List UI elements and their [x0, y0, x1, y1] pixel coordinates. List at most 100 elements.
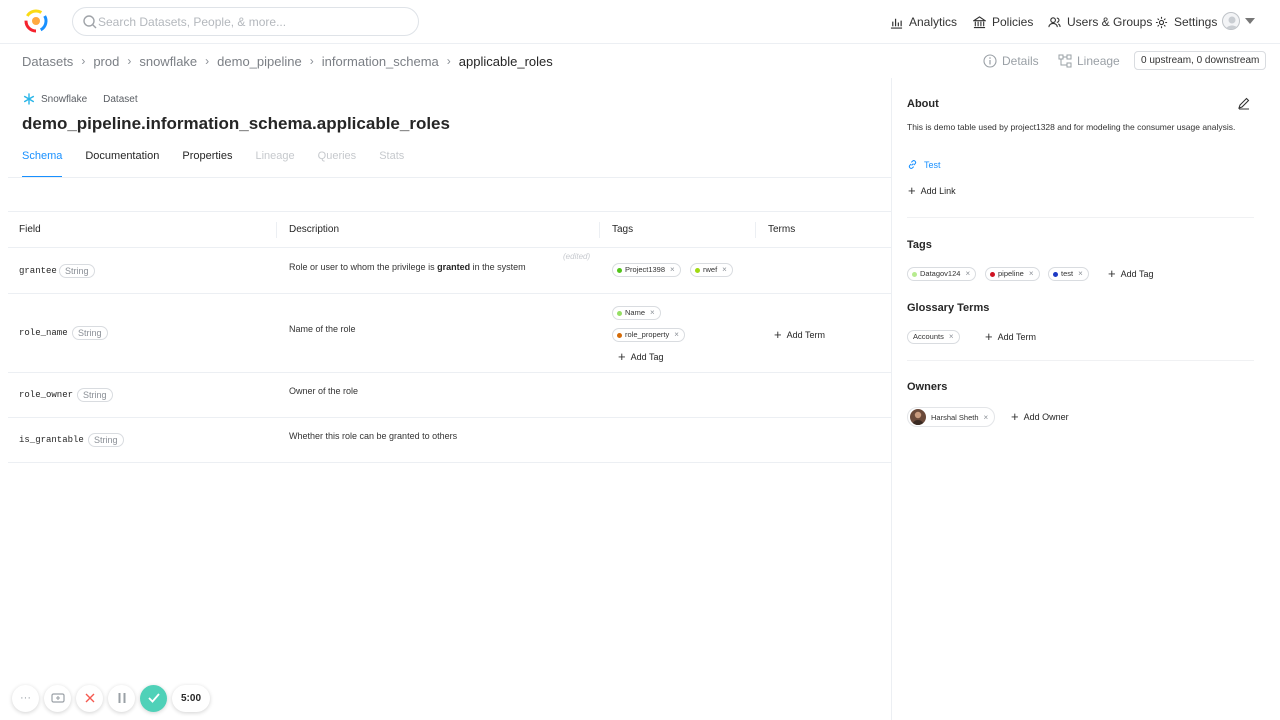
lineage-button[interactable]: Lineage [1058, 52, 1120, 70]
add-term-button[interactable]: + Add Term [774, 328, 825, 342]
bank-icon [973, 15, 986, 28]
platform-row: Snowflake Dataset [23, 92, 138, 106]
column-header-terms[interactable]: Terms [768, 224, 795, 235]
search-input[interactable] [98, 12, 398, 32]
page-title: demo_pipeline.information_schema.applica… [22, 114, 450, 133]
breadcrumb-information-schema[interactable]: information_schema [322, 54, 439, 69]
tag-pill[interactable]: Datagov124 × [907, 267, 977, 281]
add-tag-button[interactable]: + Add Tag [1108, 267, 1153, 281]
field-description[interactable]: Role or user to whom the privilege is gr… [289, 262, 526, 272]
tag-color-dot [617, 267, 622, 273]
pause-icon [118, 693, 125, 703]
upstream-downstream-badge[interactable]: 0 upstream, 0 downstream [1134, 51, 1267, 70]
close-icon[interactable]: × [984, 413, 989, 422]
chevron-right-icon: › [81, 54, 86, 68]
column-header-field[interactable]: Field [19, 224, 41, 235]
breadcrumb-demo-pipeline[interactable]: demo_pipeline [217, 54, 302, 69]
tag-pill[interactable]: Name × [612, 306, 661, 320]
nav-analytics-label: Analytics [909, 15, 958, 29]
close-icon[interactable]: × [650, 307, 655, 319]
recording-toolbar: ··· 5:00 [12, 684, 211, 712]
main-content: Snowflake Dataset demo_pipeline.informat… [0, 78, 891, 720]
add-tag-button[interactable]: + Add Tag [618, 350, 663, 364]
field-description[interactable]: Whether this role can be granted to othe… [289, 431, 457, 441]
lineage-label: Lineage [1077, 54, 1120, 68]
entity-type: Dataset [103, 93, 138, 105]
users-icon [1048, 16, 1061, 27]
add-owner-button[interactable]: + Add Owner [1011, 410, 1069, 424]
tags-heading: Tags [907, 239, 932, 251]
chevron-right-icon: › [205, 54, 210, 68]
field-name: role_name [19, 328, 68, 338]
tab-lineage: Lineage [255, 150, 295, 162]
chevron-down-icon[interactable] [1245, 18, 1255, 24]
entity-sidebar: About This is demo table used by project… [891, 78, 1280, 720]
field-type-badge: String [77, 388, 113, 402]
tag-color-dot [912, 271, 917, 277]
close-icon [85, 693, 94, 703]
tag-color-dot [617, 332, 622, 338]
lineage-icon [1058, 54, 1072, 68]
tab-documentation[interactable]: Documentation [85, 150, 159, 178]
camera-toggle-button[interactable] [44, 684, 71, 712]
section-divider [907, 217, 1254, 218]
close-icon[interactable]: × [674, 329, 679, 341]
section-divider [907, 360, 1254, 361]
person-icon [912, 411, 924, 425]
search-icon [83, 15, 97, 29]
tag-pill[interactable]: test × [1048, 267, 1089, 281]
field-description[interactable]: Name of the role [289, 324, 356, 334]
top-header: Analytics Policies Users & Groups Settin… [0, 0, 1280, 44]
tag-pill[interactable]: role_property × [612, 328, 685, 342]
breadcrumb-datasets[interactable]: Datasets [22, 54, 73, 69]
plus-icon: + [774, 327, 782, 342]
column-header-description[interactable]: Description [289, 224, 339, 235]
owner-pill[interactable]: Harshal Sheth × [907, 407, 996, 427]
search-bar[interactable] [72, 7, 419, 36]
tag-pill[interactable]: rwef × [690, 263, 733, 277]
plus-icon: + [1011, 409, 1019, 424]
close-icon[interactable]: × [1078, 268, 1083, 280]
plus-icon: + [618, 349, 626, 364]
plus-icon: + [1108, 266, 1116, 281]
close-icon[interactable]: × [670, 264, 675, 276]
close-icon[interactable]: × [722, 264, 727, 276]
user-avatar[interactable] [1222, 12, 1240, 30]
nav-policies[interactable]: Policies [973, 13, 1033, 31]
table-row[interactable]: grantee String Role or user to whom the … [8, 249, 891, 294]
field-description[interactable]: Owner of the role [289, 386, 358, 396]
finish-recording-button[interactable] [140, 684, 167, 712]
add-term-button[interactable]: + Add Term [985, 330, 1036, 344]
glossary-term-pill[interactable]: Accounts × [907, 330, 960, 344]
tag-pill[interactable]: Project1398 × [612, 263, 681, 277]
tab-schema[interactable]: Schema [22, 150, 63, 178]
plus-icon: + [985, 329, 993, 344]
table-row[interactable]: role_owner String Owner of the role [8, 373, 891, 418]
pause-recording-button[interactable] [108, 684, 135, 712]
edited-label: (edited) [563, 252, 591, 261]
breadcrumb-snowflake[interactable]: snowflake [139, 54, 197, 69]
column-header-tags[interactable]: Tags [612, 224, 633, 235]
breadcrumb-prod[interactable]: prod [93, 54, 119, 69]
add-link-button[interactable]: + Add Link [908, 184, 956, 198]
close-icon[interactable]: × [965, 268, 970, 280]
nav-users-groups[interactable]: Users & Groups [1048, 13, 1152, 31]
edit-icon[interactable] [1237, 96, 1251, 110]
tag-pill[interactable]: pipeline × [985, 267, 1040, 281]
documentation-link[interactable]: Test [907, 159, 941, 170]
table-row[interactable]: is_grantable String Whether this role ca… [8, 418, 891, 463]
table-row[interactable]: role_name String Name of the role Name ×… [8, 294, 891, 373]
cancel-recording-button[interactable] [76, 684, 103, 712]
datahub-logo[interactable] [22, 7, 50, 35]
details-button[interactable]: Details [983, 52, 1039, 70]
nav-analytics[interactable]: Analytics [890, 13, 957, 31]
about-description: This is demo table used by project1328 a… [907, 122, 1236, 132]
tab-queries: Queries [317, 150, 357, 162]
nav-settings[interactable]: Settings [1155, 13, 1217, 31]
more-options-button[interactable]: ··· [12, 684, 39, 712]
avatar [910, 409, 926, 425]
tab-properties[interactable]: Properties [182, 150, 232, 178]
close-icon[interactable]: × [949, 331, 954, 343]
close-icon[interactable]: × [1029, 268, 1034, 280]
recording-timer: 5:00 [172, 684, 211, 712]
